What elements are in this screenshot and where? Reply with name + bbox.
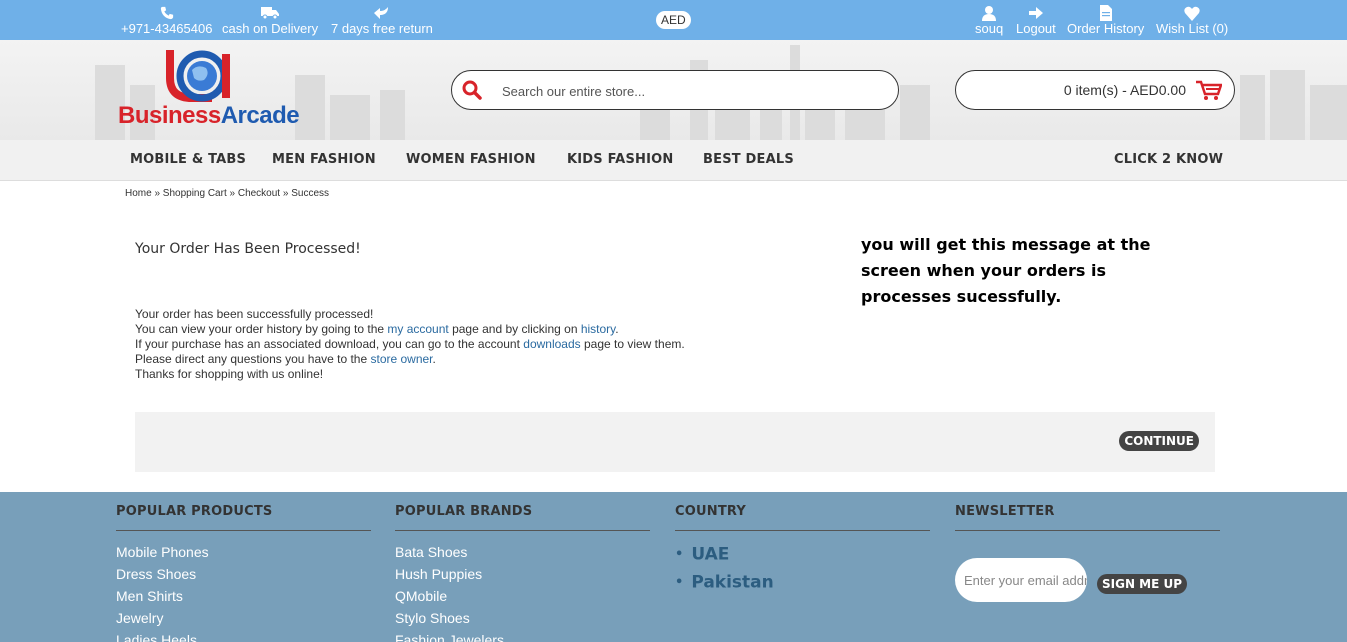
footer-link[interactable]: Hush Puppies (395, 563, 650, 585)
footer-link[interactable]: Men Shirts (116, 585, 371, 607)
phone-number: +971-43465406 (121, 21, 213, 36)
sign-me-up-button[interactable]: SIGN ME UP (1097, 574, 1188, 594)
footer-link[interactable]: Dress Shoes (116, 563, 371, 585)
shopping-cart-icon (1196, 80, 1222, 100)
newsletter-column: NEWSLETTER SIGN ME UP (955, 504, 1220, 614)
heart-icon (1156, 3, 1228, 21)
logo-emblem (166, 50, 230, 102)
main-navigation: MOBILE & TABS MEN FASHION WOMEN FASHION … (0, 140, 1347, 181)
newsletter-email-input[interactable] (955, 558, 1087, 602)
logo-text: BusinessArcade (118, 102, 300, 129)
message-line-4: Please direct any questions you have to … (135, 352, 436, 366)
button-bar: CONTINUE (135, 412, 1215, 472)
currency-selector[interactable]: AED (656, 11, 691, 29)
footer-link[interactable]: Fashion Jewelers (395, 629, 650, 642)
popular-brands-column: POPULAR BRANDS Bata Shoes Hush Puppies Q… (395, 504, 650, 642)
country-column: COUNTRY UAE Pakistan (675, 504, 930, 596)
popular-products-column: POPULAR PRODUCTS Mobile Phones Dress Sho… (116, 504, 371, 642)
search-input[interactable] (502, 80, 882, 102)
account-link[interactable]: souq (975, 3, 1003, 37)
returns-label: 7 days free return (331, 21, 433, 36)
country-item-pakistan[interactable]: Pakistan (675, 569, 930, 597)
truck-icon (222, 3, 318, 21)
return-arrow-icon (331, 3, 433, 21)
logout-link[interactable]: Logout (1016, 3, 1056, 37)
search-icon[interactable] (462, 80, 482, 100)
logout-label: Logout (1016, 21, 1056, 36)
store-owner-link[interactable]: store owner (370, 352, 432, 366)
footer-link[interactable]: Ladies Heels (116, 629, 371, 642)
user-icon (975, 3, 1003, 22)
nav-men-fashion[interactable]: MEN FASHION (272, 152, 376, 167)
delivery-label: cash on Delivery (222, 21, 319, 36)
delivery-info: cash on Delivery (222, 3, 318, 37)
nav-best-deals[interactable]: BEST DEALS (703, 152, 794, 167)
order-history-link[interactable]: Order History (1067, 3, 1144, 37)
nav-mobile-tabs[interactable]: MOBILE & TABS (130, 152, 246, 167)
popular-products-heading: POPULAR PRODUCTS (116, 504, 371, 531)
my-account-link[interactable]: my account (387, 322, 448, 336)
footer-link[interactable]: Jewelry (116, 607, 371, 629)
message-line-1: Your order has been successfully process… (135, 307, 374, 321)
document-icon (1067, 3, 1144, 22)
downloads-link[interactable]: downloads (523, 337, 580, 351)
cart-summary: 0 item(s) - AED0.00 (1063, 82, 1186, 98)
order-history-label: Order History (1067, 21, 1145, 36)
annotation-note: you will get this message at the screen … (861, 235, 1151, 306)
country-item-uae[interactable]: UAE (675, 541, 930, 569)
wishlist-link[interactable]: Wish List (0) (1156, 3, 1228, 37)
cart-button[interactable]: 0 item(s) - AED0.00 (955, 70, 1235, 110)
arrow-right-icon (1016, 3, 1056, 21)
phone-icon (121, 3, 212, 21)
nav-click-2-know[interactable]: CLICK 2 KNOW (1114, 152, 1223, 167)
breadcrumb[interactable]: Home » Shopping Cart » Checkout » Succes… (125, 188, 329, 199)
continue-button[interactable]: CONTINUE (1119, 431, 1199, 451)
newsletter-heading: NEWSLETTER (955, 504, 1220, 531)
page-title: Your Order Has Been Processed! (135, 241, 361, 257)
phone-info: +971-43465406 (121, 3, 212, 37)
footer-link[interactable]: QMobile (395, 585, 650, 607)
footer-link[interactable]: Mobile Phones (116, 541, 371, 563)
country-heading: COUNTRY (675, 504, 930, 531)
nav-kids-fashion[interactable]: KIDS FASHION (567, 152, 673, 167)
site-header: BusinessArcade 0 item(s) - AED0.00 (0, 40, 1347, 140)
footer-link[interactable]: Stylo Shoes (395, 607, 650, 629)
footer-link[interactable]: Bata Shoes (395, 541, 650, 563)
message-line-3: If your purchase has an associated downl… (135, 337, 685, 351)
message-line-2: You can view your order history by going… (135, 322, 619, 336)
nav-women-fashion[interactable]: WOMEN FASHION (406, 152, 536, 167)
search-bar (451, 70, 899, 110)
success-message: Your order has been successfully process… (135, 307, 685, 382)
top-bar: +971-43465406 cash on Delivery 7 days fr… (0, 0, 1347, 40)
site-footer: POPULAR PRODUCTS Mobile Phones Dress Sho… (0, 492, 1347, 642)
popular-brands-heading: POPULAR BRANDS (395, 504, 650, 531)
returns-info: 7 days free return (331, 3, 433, 37)
history-link[interactable]: history (581, 322, 615, 336)
account-label: souq (975, 21, 1004, 36)
wishlist-label: Wish List (0) (1156, 21, 1229, 36)
business-arcade-logo[interactable]: BusinessArcade (118, 48, 300, 138)
message-line-5: Thanks for shopping with us online! (135, 367, 324, 381)
